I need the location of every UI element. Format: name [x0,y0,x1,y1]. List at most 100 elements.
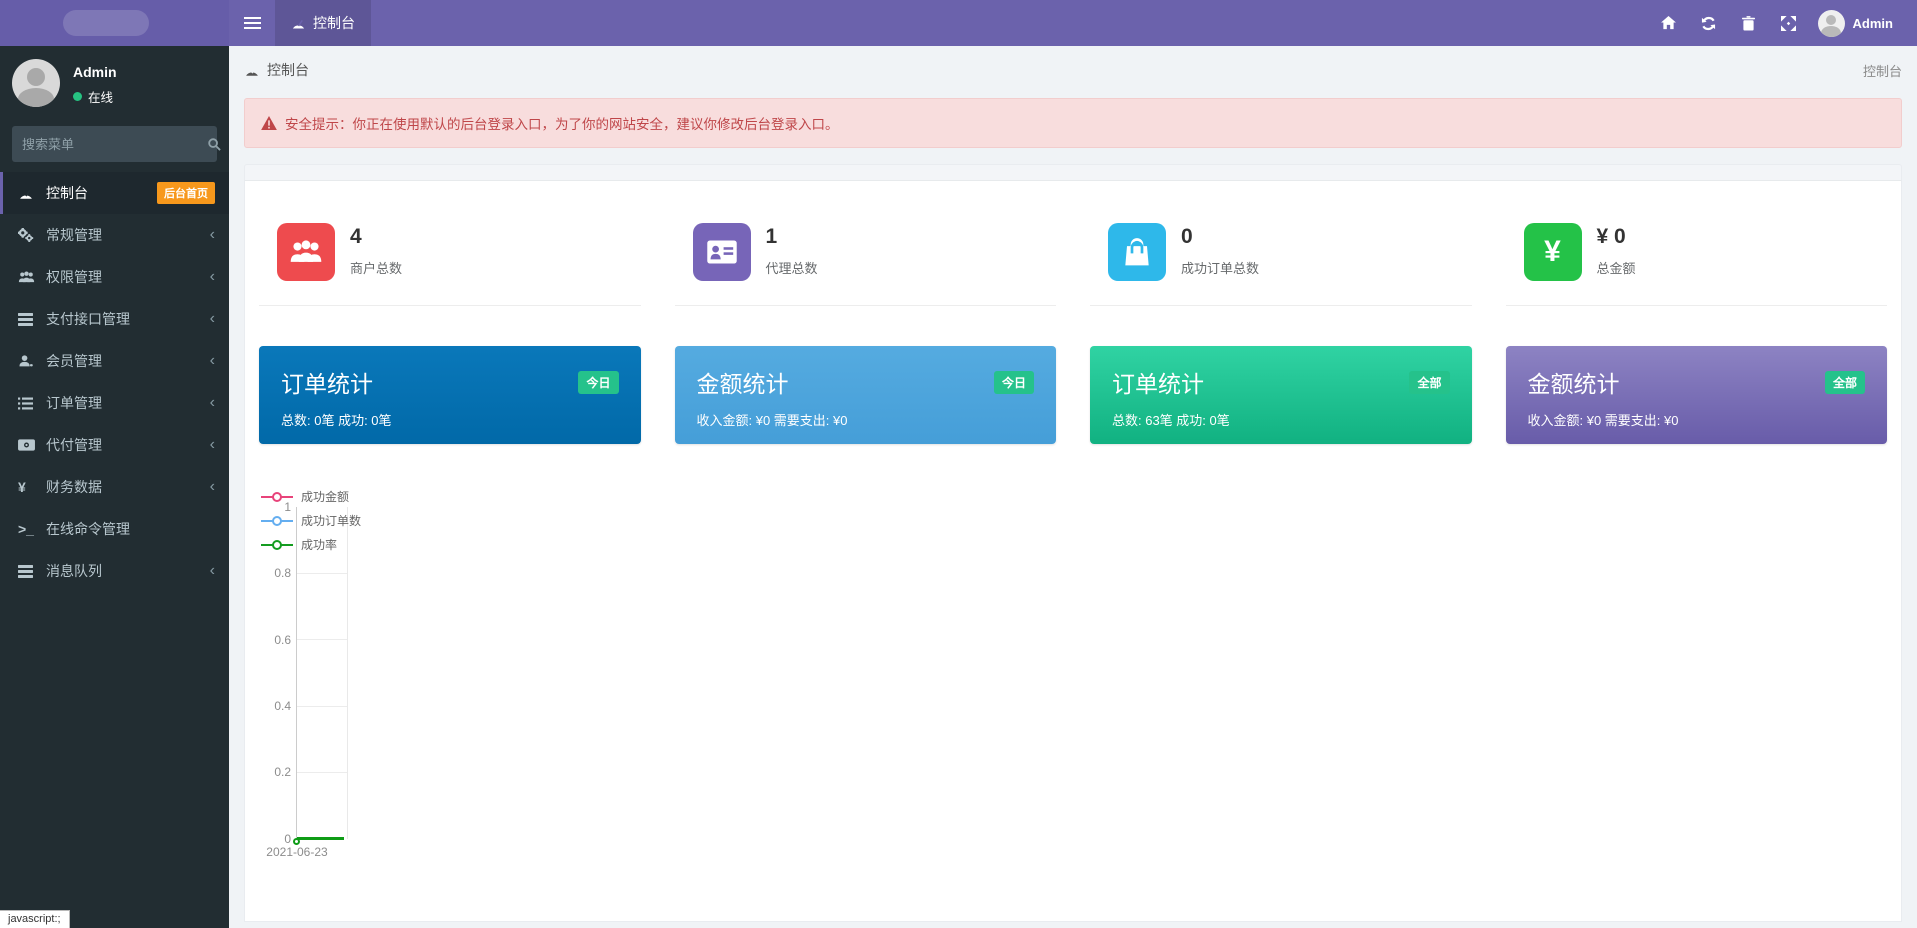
stat-merchants: 4 商户总数 [259,207,641,306]
stat-total-amount: ¥ ¥ 0 总金额 [1505,207,1887,306]
avatar [1817,9,1845,37]
sidebar-item-label: 代付管理 [46,437,102,453]
legend-label: 成功订单数 [301,514,362,528]
nav-tab-dashboard[interactable]: 控制台 [275,0,371,46]
chart-legend: 成功金额 成功订单数 成功率 [261,488,361,560]
money-icon [18,439,46,451]
yen-icon: ¥ [18,479,26,495]
sidebar-item-orders[interactable]: 订单管理 ‹ [0,382,229,424]
chevron-left-icon: ‹ [209,310,215,327]
sidebar-item-payment-api[interactable]: 支付接口管理 ‹ [0,298,229,340]
stat-value: 4 [350,225,362,248]
warning-icon [261,116,277,130]
gauge-icon [18,187,46,200]
sidebar-user-name: Admin [73,64,117,80]
sidebar-item-label: 控制台 [46,185,88,201]
legend-label: 成功率 [301,538,338,552]
sidebar-item-general[interactable]: 常规管理 ‹ [0,214,229,256]
sidebar-item-label: 订单管理 [46,395,102,411]
card-badge: 今日 [578,370,619,394]
sidebar-item-members[interactable]: 会员管理 ‹ [0,340,229,382]
logo-area [0,0,229,46]
cogs-icon [18,228,46,242]
shopping-bag-icon [1108,223,1166,281]
trash-icon[interactable] [1732,0,1766,46]
user-menu[interactable]: Admin [1812,9,1899,37]
logo [63,10,149,36]
user-icon [18,354,46,368]
users-icon [18,270,46,284]
chevron-left-icon: ‹ [209,562,215,579]
card-badge: 今日 [993,370,1034,394]
chevron-left-icon: ‹ [209,436,215,453]
online-status-dot [73,92,82,101]
fullscreen-icon[interactable] [1772,0,1806,46]
stat-label: 商户总数 [350,261,403,276]
breadcrumb: 控制台 控制台 [244,50,1902,90]
card-subtitle: 总数: 63笔 成功: 0笔 [1112,413,1230,428]
summary-card-orders-today: 订单统计 今日 总数: 0笔 成功: 0笔 [259,346,641,444]
chevron-left-icon: ‹ [209,478,215,495]
y-axis-tick: 0.4 [274,699,291,713]
sidebar-item-permissions[interactable]: 权限管理 ‹ [0,256,229,298]
gauge-icon [291,17,306,30]
sidebar-item-payouts[interactable]: 代付管理 ‹ [0,424,229,466]
browser-status-bar: javascript:; [0,910,70,928]
stat-label: 成功订单总数 [1181,261,1260,276]
card-badge: 全部 [1824,370,1865,394]
data-point-marker [293,838,300,845]
card-subtitle: 收入金额: ¥0 需要支出: ¥0 [1527,413,1679,428]
line-marker-icon [261,491,293,503]
legend-item-success-orders[interactable]: 成功订单数 [261,512,361,529]
search-input[interactable] [12,136,208,152]
line-marker-icon [261,515,293,527]
breadcrumb-title: 控制台 [267,62,309,78]
main-content: 控制台 控制台 安全提示：你正在使用默认的后台登录入口，为了你的网站安全，建议你… [229,46,1917,928]
summary-card-amount-today: 金额统计 今日 收入金额: ¥0 需要支出: ¥0 [674,346,1056,444]
home-icon[interactable] [1652,0,1686,46]
list-icon [18,397,46,410]
y-axis-tick: 0.8 [274,566,291,580]
y-axis-tick: 0.2 [274,765,291,779]
home-badge: 后台首页 [157,182,215,204]
yen-icon: ¥ [1523,223,1582,281]
sidebar-item-online-commands[interactable]: >_ 在线命令管理 [0,508,229,550]
sidebar-item-label: 权限管理 [46,269,102,285]
card-badge: 全部 [1409,370,1450,394]
sidebar-item-finance[interactable]: ¥ 财务数据 ‹ [0,466,229,508]
panel-body: 4 商户总数 1 代理总数 0 成功订单总数 ¥ ¥ 0 总金额 订单统计 今日… [244,180,1902,922]
alert-text: 安全提示：你正在使用默认的后台登录入口，为了你的网站安全，建议你修改后台登录入口… [285,117,839,132]
users-icon [277,223,335,281]
navbar-right: Admin [1652,0,1917,46]
chevron-left-icon: ‹ [209,394,215,411]
x-axis-label: 2021-06-23 [266,845,328,859]
stat-value: 1 [765,225,778,248]
dashboard-panel: 4 商户总数 1 代理总数 0 成功订单总数 ¥ ¥ 0 总金额 订单统计 今日… [244,164,1902,922]
sidebar-item-label: 支付接口管理 [46,311,130,327]
line-marker-icon [261,539,293,551]
nav-tab-label: 控制台 [313,15,355,31]
y-axis-tick: 0 [284,832,291,846]
sidebar-item-label: 消息队列 [46,563,102,579]
id-card-icon [692,223,751,281]
sidebar-user-status: 在线 [73,87,117,106]
bars-icon [18,564,46,578]
gauge-icon [244,64,260,77]
sidebar-item-dashboard[interactable]: 控制台 后台首页 [0,172,229,214]
sidebar-toggle-button[interactable] [229,0,275,46]
search-icon[interactable] [208,137,221,151]
card-title: 金额统计 [696,371,789,397]
sidebar-item-label: 会员管理 [46,353,102,369]
chevron-left-icon: ‹ [209,268,215,285]
sidebar-item-message-queue[interactable]: 消息队列 ‹ [0,550,229,592]
success-rate-series-line [293,837,344,845]
legend-item-success-rate[interactable]: 成功率 [261,536,361,553]
card-subtitle: 总数: 0笔 成功: 0笔 [281,413,392,428]
sidebar-menu: 控制台 后台首页 常规管理 ‹ 权限管理 ‹ 支付接口管理 ‹ 会员管理 ‹ 订… [0,172,229,592]
card-title: 金额统计 [1527,371,1620,397]
card-subtitle: 收入金额: ¥0 需要支出: ¥0 [696,413,848,428]
refresh-icon[interactable] [1692,0,1726,46]
sidebar-search [12,126,221,162]
legend-item-success-amount[interactable]: 成功金额 [261,488,361,505]
sidebar-item-label: 在线命令管理 [46,521,130,537]
